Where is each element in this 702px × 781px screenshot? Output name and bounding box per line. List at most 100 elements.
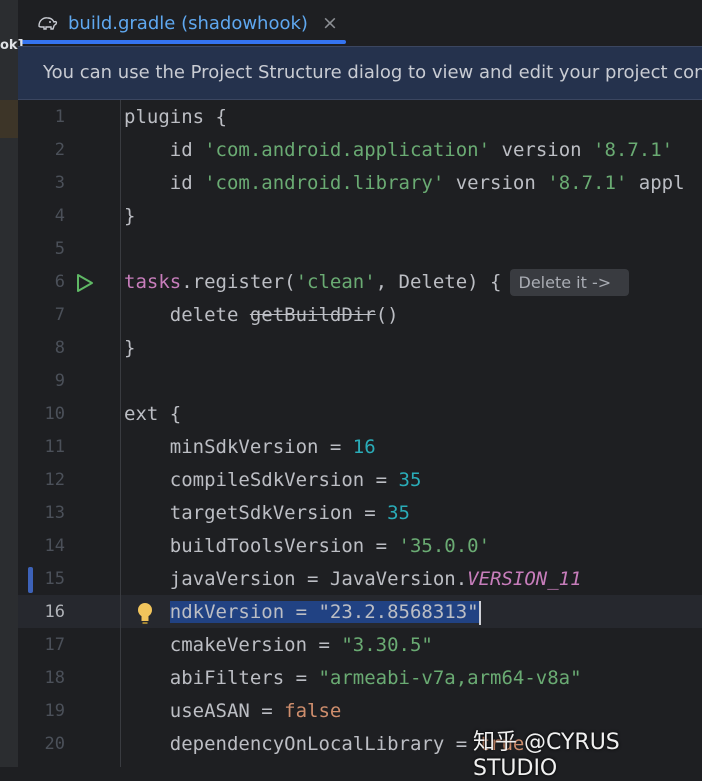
run-gutter-icon[interactable] (76, 273, 94, 293)
line-number[interactable]: 12 (18, 464, 65, 497)
code-text: useASAN = false (124, 695, 342, 728)
code-line[interactable]: 8} (18, 332, 702, 365)
line-number[interactable]: 19 (18, 695, 65, 728)
code-editor[interactable]: 1 plugins { 2 id 'com.android.application'… (18, 100, 702, 767)
code-text: delete getBuildDir() (124, 299, 399, 332)
line-number[interactable]: 10 (18, 398, 65, 431)
code-token: delete (124, 304, 250, 326)
code-token: appl (627, 172, 685, 194)
editor-tab-bar: build.gradle (shadowhook) × (0, 0, 702, 46)
project-structure-banner[interactable]: You can use the Project Structure dialog… (18, 46, 702, 100)
code-text: id 'com.android.application' version '8.… (124, 134, 673, 167)
code-line[interactable]: 5 (18, 233, 702, 266)
code-text: } (124, 200, 135, 233)
code-line[interactable]: 16 ndkVersion = "23.2.8568313" (18, 596, 702, 629)
code-token: version (490, 139, 594, 161)
line-number[interactable]: 18 (18, 662, 65, 695)
lightbulb-icon[interactable] (136, 601, 154, 625)
code-token: useASAN = (124, 700, 285, 722)
code-token: id (124, 139, 205, 161)
line-number[interactable]: 7 (18, 299, 65, 332)
close-icon[interactable]: × (322, 12, 338, 34)
code-token: ndkVersion = "23.2.8568313" (169, 601, 479, 623)
line-number[interactable]: 9 (18, 365, 65, 398)
left-strip-accent (0, 100, 18, 138)
code-line[interactable]: 17 cmakeVersion = "3.30.5" (18, 629, 702, 662)
line-number[interactable]: 11 (18, 431, 65, 464)
inlay-hint[interactable]: Delete it -> (509, 269, 630, 296)
code-token: dependencyOnLocalLibrary = (124, 733, 479, 755)
code-token: tasks (124, 271, 182, 293)
line-number[interactable]: 13 (18, 497, 65, 530)
code-token: plugins { (124, 106, 227, 128)
code-text: dependencyOnLocalLibrary = true (124, 728, 525, 761)
text-caret (478, 600, 481, 625)
line-number[interactable]: 5 (18, 233, 65, 266)
code-line[interactable]: 12 compileSdkVersion = 35 (18, 464, 702, 497)
code-token: 35 (387, 502, 410, 524)
code-token: 'clean' (295, 271, 376, 293)
code-line[interactable]: 7 delete getBuildDir() (18, 299, 702, 332)
code-token: } (124, 205, 136, 227)
code-text: buildToolsVersion = '35.0.0' (124, 530, 490, 563)
code-text: javaVersion = JavaVersion.VERSION_11 (124, 563, 582, 596)
code-line[interactable]: 13 targetSdkVersion = 35 (18, 497, 702, 530)
code-line[interactable]: 15 javaVersion = JavaVersion.VERSION_11 (18, 563, 702, 596)
left-tool-strip: ok] (0, 0, 24, 767)
line-number[interactable]: 20 (18, 728, 65, 761)
line-number[interactable]: 8 (18, 332, 65, 365)
code-text: tasks.register('clean', Delete) { Delete … (124, 266, 630, 299)
code-token: , Delete) { (375, 271, 502, 293)
line-number[interactable]: 1 (18, 101, 65, 134)
code-line[interactable]: 18 abiFilters = "armeabi-v7a,arm64-v8a" (18, 662, 702, 695)
code-token: () (375, 304, 399, 326)
code-line[interactable]: 4} (18, 200, 702, 233)
code-token: "armeabi-v7a,arm64-v8a" (318, 667, 582, 689)
line-number[interactable]: 6 (18, 266, 65, 299)
code-token: VERSION_11 (467, 568, 582, 590)
code-token: .register( (181, 271, 296, 293)
line-number[interactable]: 14 (18, 530, 65, 563)
code-token: abiFilters = (124, 667, 319, 689)
vcs-change-marker[interactable] (28, 567, 33, 593)
code-token: getBuildDir (249, 304, 376, 326)
code-line[interactable]: 2 id 'com.android.application' version '… (18, 134, 702, 167)
code-token: 16 (352, 436, 376, 458)
code-text: cmakeVersion = "3.30.5" (124, 629, 433, 662)
code-token: "3.30.5" (341, 634, 433, 656)
code-text: compileSdkVersion = 35 (124, 464, 422, 497)
code-text: minSdkVersion = 16 (124, 431, 376, 464)
code-line[interactable]: 3 id 'com.android.library' version '8.7.… (18, 167, 702, 200)
line-number[interactable]: 2 (18, 134, 65, 167)
tab-label: build.gradle (shadowhook) (68, 12, 308, 34)
code-token: cmakeVersion = (124, 634, 342, 656)
watermark: 知乎 @CYRUS STUDIO (473, 730, 620, 781)
code-text: targetSdkVersion = 35 (124, 497, 410, 530)
line-number[interactable]: 4 (18, 200, 65, 233)
gradle-elephant-icon (38, 17, 58, 30)
code-token: 35 (398, 469, 422, 491)
line-number[interactable]: 16 (18, 596, 65, 629)
code-token: 'com.android.application' (204, 139, 491, 161)
code-token: version (444, 172, 548, 194)
code-token: javaVersion = JavaVersion. (124, 568, 468, 590)
code-line[interactable]: 1 plugins { (18, 101, 702, 134)
code-token: false (284, 700, 342, 722)
code-token: '8.7.1' (547, 172, 628, 194)
code-line[interactable]: 11 minSdkVersion = 16 (18, 431, 702, 464)
code-text: } (124, 332, 135, 365)
code-line[interactable]: 14 buildToolsVersion = '35.0.0' (18, 530, 702, 563)
code-token: compileSdkVersion = (124, 469, 399, 491)
line-number[interactable]: 15 (18, 563, 65, 596)
code-line[interactable]: 6 tasks.register('clean', Delete) { Delete… (18, 266, 702, 299)
active-tab-indicator (20, 40, 346, 44)
code-text: plugins { (124, 101, 227, 134)
line-number[interactable]: 3 (18, 167, 65, 200)
line-number[interactable]: 17 (18, 629, 65, 662)
code-line[interactable]: 10 ext { (18, 398, 702, 431)
code-line[interactable]: 9 (18, 365, 702, 398)
code-token: '35.0.0' (398, 535, 491, 557)
code-token: id (124, 172, 205, 194)
code-token: '8.7.1' (593, 139, 674, 161)
code-token: 'com.android.library' (204, 172, 445, 194)
